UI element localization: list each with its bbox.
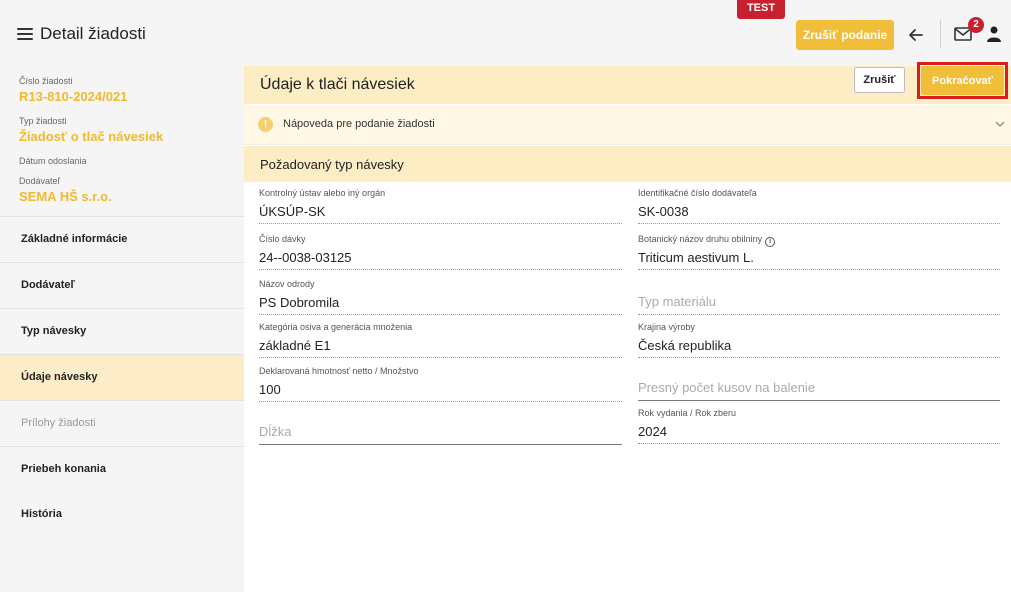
request-number-value: R13-810-2024/021 <box>19 89 128 104</box>
subsection-title: Požadovaný typ návesky <box>260 157 404 172</box>
field-label: Číslo dávky <box>259 234 306 244</box>
field-underline <box>259 269 622 270</box>
main-content: Údaje k tlači návesiek Zrušiť Pokračovať… <box>244 62 1011 592</box>
field-value: SK-0038 <box>638 204 689 219</box>
field-label: Názov odrody <box>259 279 315 289</box>
field-underline <box>259 401 622 402</box>
field-label: Deklarovaná hmotnosť netto / Množstvo <box>259 366 419 376</box>
field-value: Česká republika <box>638 338 732 353</box>
sidebar-item-proceedings[interactable]: Priebeh konania <box>0 446 244 492</box>
request-type-label: Typ žiadosti <box>19 116 67 126</box>
field-label: Kontrolný ústav alebo iný orgán <box>259 188 386 198</box>
field-underline <box>259 314 622 315</box>
field-year[interactable]: Rok vydania / Rok zberu 2024 <box>638 408 1000 448</box>
field-placeholder: Typ materiálu <box>638 294 717 309</box>
field-label: Krajina výroby <box>638 322 696 332</box>
mail-count-badge: 2 <box>968 17 984 33</box>
sidebar-item-history[interactable]: História <box>0 492 244 538</box>
field-label: Rok vydania / Rok zberu <box>638 408 737 418</box>
sidebar-item-attachments[interactable]: Prílohy žiadosti <box>0 400 244 446</box>
field-value: 100 <box>259 382 281 397</box>
field-variety-name[interactable]: Názov odrody PS Dobromila <box>259 279 622 319</box>
sidebar-item-label: Typ návesky <box>21 325 87 337</box>
section-title: Údaje k tlači návesiek <box>260 76 415 93</box>
field-material-type[interactable]: Typ materiálu <box>638 279 1000 319</box>
cancel-submission-button[interactable]: Zrušiť podanie <box>796 20 894 50</box>
field-underline <box>638 443 1000 444</box>
info-icon: ! <box>258 117 273 132</box>
field-label: Identifikačné číslo dodávateľa <box>638 188 757 198</box>
sidebar: Číslo žiadosti R13-810-2024/021 Typ žiad… <box>0 66 244 592</box>
field-pieces-per-pack[interactable]: Presný počet kusov na balenie <box>638 365 1000 405</box>
sidebar-item-label-type[interactable]: Typ návesky <box>0 308 244 354</box>
sidebar-item-label: História <box>21 508 62 520</box>
help-accordion[interactable]: ! Nápoveda pre podanie žiadosti <box>244 105 1011 145</box>
field-value: Triticum aestivum L. <box>638 250 754 265</box>
hamburger-menu-icon[interactable] <box>17 28 33 40</box>
cancel-button[interactable]: Zrušiť <box>854 67 905 93</box>
sidebar-item-label: Základné informácie <box>21 233 128 245</box>
field-underline <box>638 357 1000 358</box>
user-icon[interactable] <box>987 26 1001 42</box>
sidebar-item-label: Údaje návesky <box>21 371 98 383</box>
sidebar-item-label-data[interactable]: Údaje návesky <box>0 354 244 400</box>
field-supplier-id[interactable]: Identifikačné číslo dodávateľa SK-0038 <box>638 188 1000 228</box>
header-divider <box>940 20 941 48</box>
field-value: ÚKSÚP-SK <box>259 204 326 219</box>
field-underline <box>259 444 622 445</box>
field-value: základné E1 <box>259 338 331 353</box>
continue-button[interactable]: Pokračovať <box>921 66 1004 95</box>
sidebar-item-label: Dodávateľ <box>21 279 75 291</box>
field-control-body[interactable]: Kontrolný ústav alebo iný orgán ÚKSÚP-SK <box>259 188 622 228</box>
sidebar-item-basic-info[interactable]: Základné informácie <box>0 216 244 262</box>
field-batch-number[interactable]: Číslo dávky 24--0038-03125 <box>259 234 622 274</box>
request-type-value: Žiadosť o tlač návesiek <box>19 129 164 144</box>
sidebar-item-supplier[interactable]: Dodávateľ <box>0 262 244 308</box>
field-length[interactable]: Dĺžka <box>259 409 622 449</box>
field-underline <box>259 357 622 358</box>
sidebar-item-label: Priebeh konania <box>21 463 106 475</box>
chevron-down-icon[interactable] <box>995 120 1005 128</box>
field-underline <box>638 269 1000 270</box>
field-placeholder: Presný počet kusov na balenie <box>638 380 816 395</box>
field-country[interactable]: Krajina výroby Česká republika <box>638 322 1000 362</box>
field-botanical-name[interactable]: Botanický názov druhu obilniny i Triticum… <box>638 234 1000 274</box>
field-value: 24--0038-03125 <box>259 250 352 265</box>
supplier-label: Dodávateľ <box>19 176 61 186</box>
field-label: Botanický názov druhu obilniny i <box>638 234 776 247</box>
field-value: PS Dobromila <box>259 295 340 310</box>
field-underline <box>638 223 1000 224</box>
request-number-label: Číslo žiadosti <box>19 76 73 86</box>
field-label: Kategória osiva a generácia množenia <box>259 322 413 332</box>
info-icon[interactable]: i <box>765 237 776 247</box>
supplier-value: SEMA HŠ s.r.o. <box>19 189 112 204</box>
field-underline <box>638 400 1000 401</box>
field-underline <box>259 223 622 224</box>
field-seed-category[interactable]: Kategória osiva a generácia množenia zák… <box>259 322 622 362</box>
subsection-header: Požadovaný typ návesky <box>244 146 1011 182</box>
help-text: Nápoveda pre podanie žiadosti <box>283 118 435 130</box>
field-placeholder: Dĺžka <box>259 424 292 439</box>
field-net-weight[interactable]: Deklarovaná hmotnosť netto / Množstvo 10… <box>259 366 622 406</box>
field-underline <box>638 314 1000 315</box>
top-bar: Detail žiadosti TEST Zrušiť podanie 2 <box>0 0 1011 66</box>
env-badge: TEST <box>737 0 785 19</box>
page-title: Detail žiadosti <box>40 24 146 43</box>
send-date-label: Dátum odoslania <box>19 156 87 166</box>
sidebar-item-label: Prílohy žiadosti <box>21 417 96 429</box>
field-value: 2024 <box>638 424 667 439</box>
arrow-left-icon[interactable] <box>905 24 927 46</box>
field-label-text: Botanický názov druhu obilniny <box>638 234 763 244</box>
